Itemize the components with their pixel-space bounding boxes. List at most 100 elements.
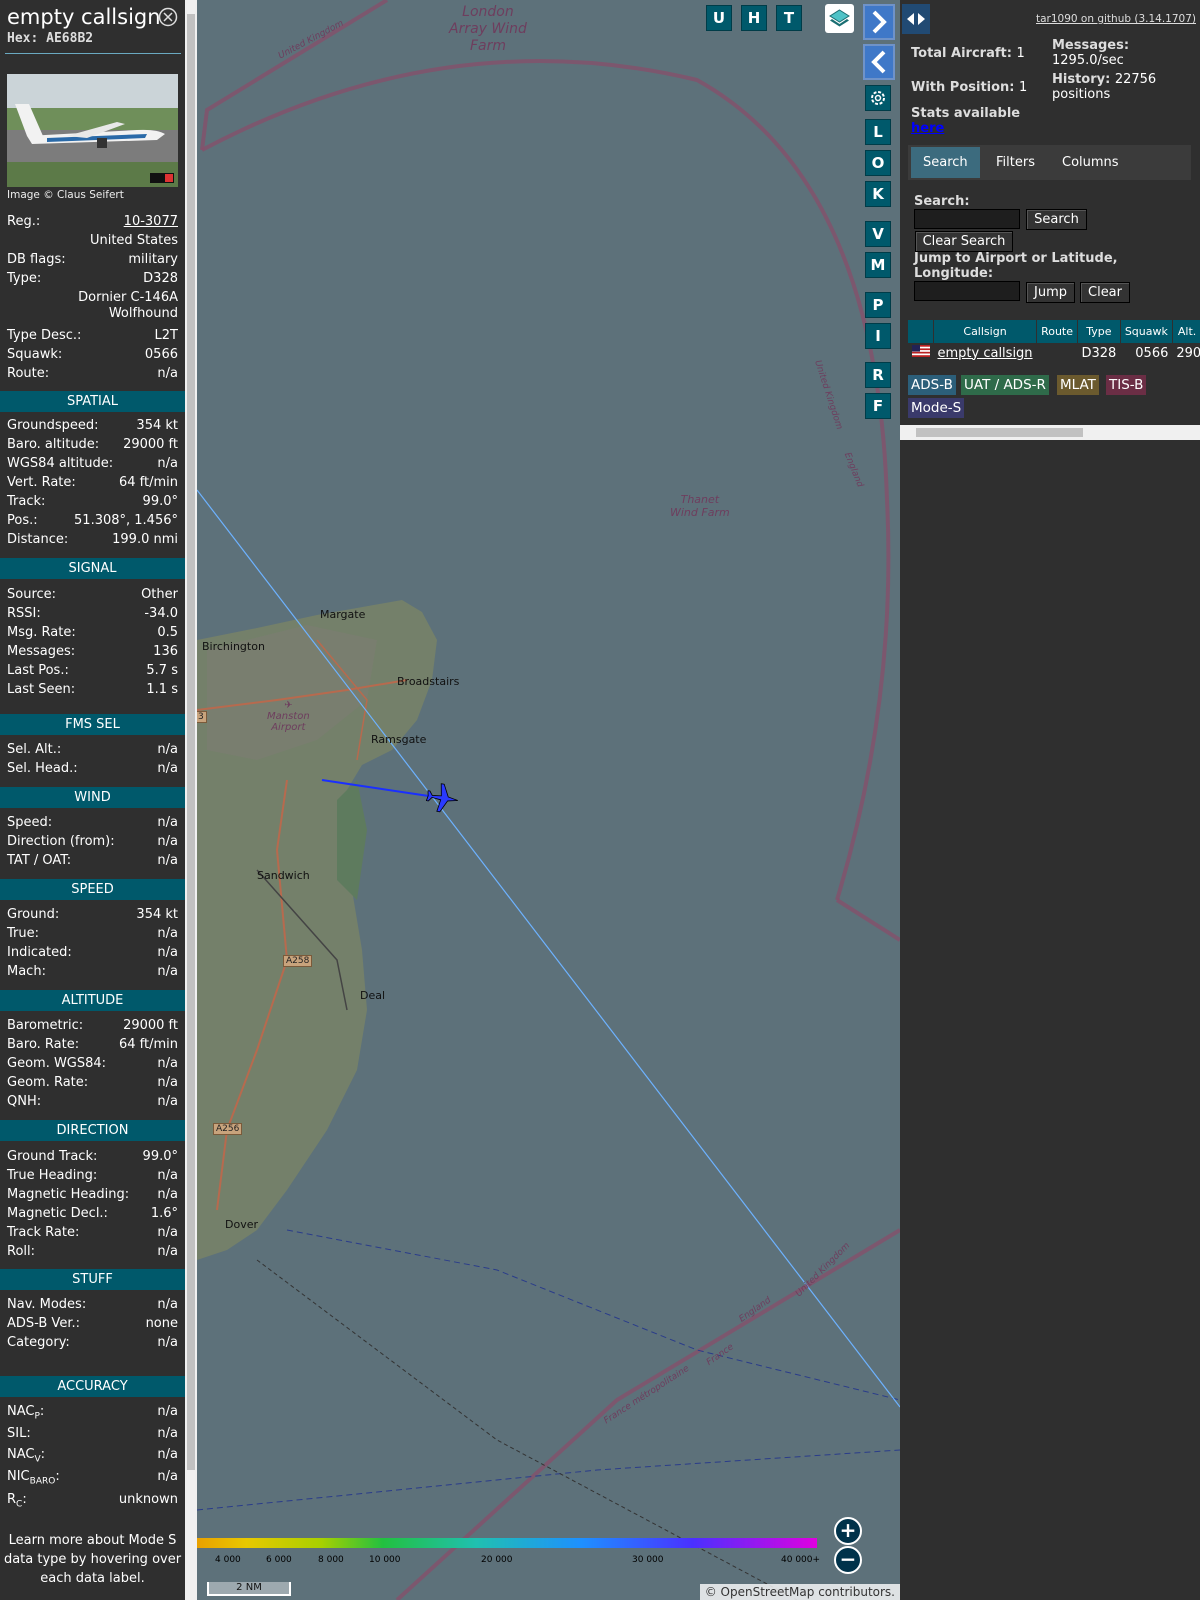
label-birchington: Birchington [202,640,265,653]
speed-value: 354 kt [136,907,178,922]
mode-s-note: Learn more about Mode S data type by hov… [3,1533,182,1586]
label-sandwich: Sandwich [257,869,310,882]
column-callsign[interactable]: Callsign [932,319,1038,344]
button-t[interactable]: T [776,5,802,31]
with-position: With Position: 1 [911,80,1028,95]
spatial-row: Pos.: 51.308°, 1.456° [7,513,178,531]
jump-input[interactable] [914,281,1020,301]
tab-search[interactable]: Search [911,147,980,178]
fms-label: Sel. Alt.: [7,742,62,757]
wind-value: n/a [157,834,178,849]
zoom-in-button[interactable]: + [834,1517,862,1545]
search-button[interactable]: Search [1026,209,1087,230]
spatial-value: 354 kt [136,418,178,433]
wind-label: Speed: [7,815,53,830]
spatial-value: 99.0° [142,494,178,509]
table-horizontal-scrollbar[interactable] [900,425,1200,440]
button-i[interactable]: I [865,323,891,349]
button-p[interactable]: P [865,292,891,318]
settings-button[interactable] [865,85,891,111]
type-name-2: Wolfhound [108,306,178,321]
reg-label: Reg.: [7,214,41,229]
wind-row: Direction (from): n/a [7,834,178,852]
button-o[interactable]: O [865,150,891,176]
button-h[interactable]: H [741,5,767,31]
stats-link[interactable]: here [911,121,944,136]
table-header-row: Callsign Route Type Squawk Alt. (f [907,319,1200,344]
column-type[interactable]: Type [1077,319,1121,344]
typedesc-row: Type Desc.: L2T [7,328,178,346]
legend-modes[interactable]: Mode-S [908,398,965,418]
search-label: Search: [914,194,970,209]
speed-label: Mach: [7,964,46,979]
scrollbar-thumb[interactable] [916,428,1083,437]
signal-row: Msg. Rate: 0.5 [7,625,178,643]
expand-right-button[interactable] [863,4,895,40]
layers-button[interactable] [825,4,854,33]
button-v[interactable]: V [865,221,891,247]
signal-row: RSSI: -34.0 [7,606,178,624]
map-view[interactable]: London Array Wind Farm Thanet Wind Farm Mar… [197,0,900,1600]
speed-label: Ground: [7,907,60,922]
direction-label: Track Rate: [7,1225,80,1240]
stuff-label: ADS-B Ver.: [7,1316,80,1331]
table-row[interactable]: empty callsign D328 0566 2900 [908,344,1200,363]
spatial-label: Groundspeed: [7,418,99,433]
button-m[interactable]: M [865,252,891,278]
reg-link[interactable]: 10-3077 [124,214,178,232]
altitude-value: 29000 ft [123,1018,178,1033]
layers-icon [829,9,850,27]
country: United States [89,233,178,248]
nacp-row: NACP: n/a [7,1404,178,1422]
column-altitude[interactable]: Alt. (f [1171,319,1200,344]
legend-mlat[interactable]: MLAT [1057,375,1099,395]
jump-button[interactable]: Jump [1026,282,1075,303]
scrollbar-thumb[interactable] [187,14,195,1470]
direction-value: 99.0° [142,1149,178,1164]
button-f[interactable]: F [865,393,891,419]
signal-label: Last Seen: [7,682,76,697]
legend-uat[interactable]: UAT / ADS-R [961,375,1049,395]
button-u[interactable]: U [706,5,732,31]
osm-link[interactable]: OpenStreetMap [721,1585,815,1599]
spatial-row: Vert. Rate: 64 ft/min [7,475,178,493]
squawk-value: 0566 [144,347,178,362]
dbflags-row: DB flags: military [7,252,178,270]
clear-button[interactable]: Clear [1080,282,1130,303]
legend-adsb[interactable]: ADS-B [908,375,956,395]
altitude-tick: 40 000+ [781,1555,821,1565]
image-credit: Image © Claus Seifert [7,189,124,201]
zoom-out-button[interactable]: − [834,1546,862,1574]
direction-label: Roll: [7,1244,36,1259]
spatial-value: 51.308°, 1.456° [74,513,178,528]
direction-label: Ground Track: [7,1149,98,1164]
legend-tisb[interactable]: TIS-B [1106,375,1147,395]
nicbaro-value: n/a [157,1469,178,1484]
signal-label: Messages: [7,644,76,659]
aircraft-photo[interactable] [7,74,178,187]
spatial-value: 199.0 nmi [112,532,178,547]
column-route[interactable]: Route [1036,319,1078,344]
button-r[interactable]: R [865,362,891,388]
signal-label: Last Pos.: [7,663,69,678]
collapse-left-button[interactable] [863,44,895,80]
clear-search-button[interactable]: Clear Search [915,231,1013,252]
direction-label: Magnetic Heading: [7,1187,130,1202]
search-input[interactable] [914,209,1020,229]
tab-columns[interactable]: Columns [1050,147,1131,178]
row-callsign[interactable]: empty callsign [934,344,1037,363]
button-l[interactable]: L [865,119,891,145]
wind-row: TAT / OAT: n/a [7,853,178,871]
signal-label: Source: [7,587,57,602]
github-link[interactable]: tar1090 on github (3.14.1707) [1036,13,1196,25]
info-panel-scrollbar[interactable] [185,0,197,1600]
toggle-layout-button[interactable] [902,4,930,34]
column-squawk[interactable]: Squawk [1119,319,1173,344]
road-a-left: 3 [197,711,207,723]
close-icon[interactable] [158,7,178,27]
tab-filters[interactable]: Filters [984,147,1047,178]
row-altitude: 2900 [1176,345,1200,361]
signal-value: 1.1 s [146,682,178,697]
button-k[interactable]: K [865,181,891,207]
sil-value: n/a [157,1426,178,1441]
